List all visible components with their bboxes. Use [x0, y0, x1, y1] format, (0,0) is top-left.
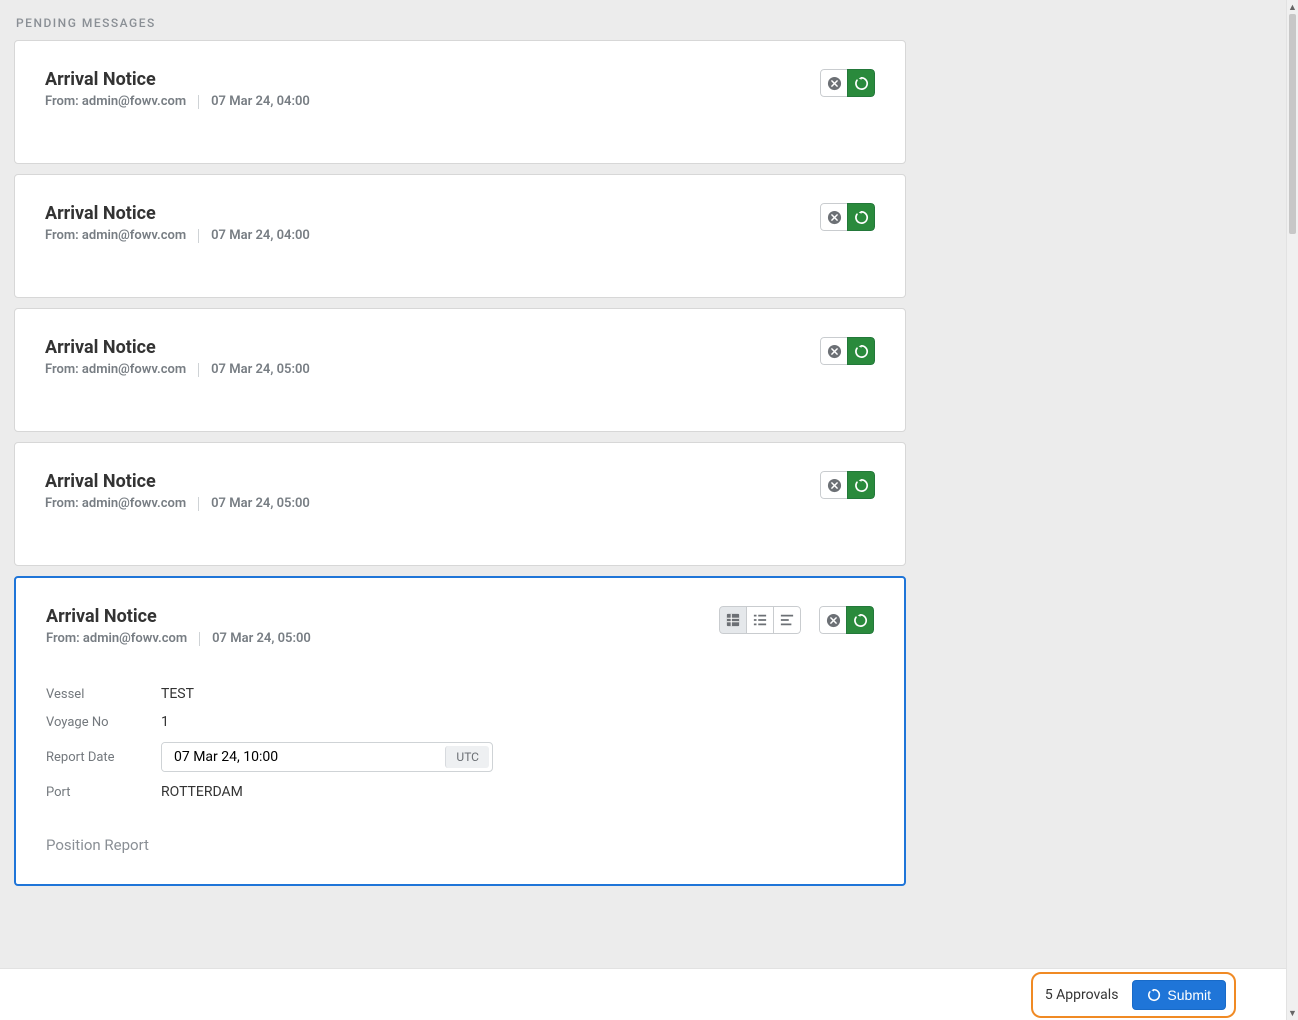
scroll-area[interactable]: PENDING MESSAGES Arrival Notice From: ad…	[0, 0, 1286, 1020]
view-grid-button[interactable]	[719, 606, 747, 634]
detail-table: Vessel TEST Voyage No 1 Report Date UTC	[46, 680, 874, 806]
grid-icon	[726, 613, 740, 627]
reject-button[interactable]	[820, 69, 848, 97]
refresh-check-icon	[854, 344, 869, 359]
card-date: 07 Mar 24, 04:00	[211, 228, 310, 243]
approve-button[interactable]	[847, 203, 875, 231]
refresh-check-icon	[854, 210, 869, 225]
field-label-port: Port	[46, 785, 161, 800]
refresh-check-icon	[853, 613, 868, 628]
approve-button[interactable]	[847, 69, 875, 97]
card-title: Arrival Notice	[45, 471, 875, 492]
card-from: From: admin@fowv.com	[45, 94, 186, 109]
approve-button[interactable]	[846, 606, 874, 634]
refresh-check-icon	[1147, 988, 1161, 1002]
submit-button[interactable]: Submit	[1132, 980, 1226, 1010]
close-circle-icon	[827, 210, 842, 225]
card-date: 07 Mar 24, 05:00	[212, 631, 311, 646]
message-card[interactable]: Arrival Notice From: admin@fowv.com 07 M…	[14, 442, 906, 566]
field-label-vessel: Vessel	[46, 687, 161, 702]
refresh-check-icon	[854, 76, 869, 91]
close-circle-icon	[827, 76, 842, 91]
card-from: From: admin@fowv.com	[45, 228, 186, 243]
field-value-port: ROTTERDAM	[161, 784, 243, 800]
align-left-icon	[780, 613, 794, 627]
reject-button[interactable]	[820, 337, 848, 365]
card-title: Arrival Notice	[45, 203, 875, 224]
approvals-count: 5 Approvals	[1045, 987, 1119, 1003]
field-value-voyage: 1	[161, 714, 169, 730]
section-label: PENDING MESSAGES	[14, 10, 906, 40]
report-date-suffix: UTC	[445, 746, 489, 768]
divider	[199, 632, 200, 646]
close-circle-icon	[826, 613, 841, 628]
close-circle-icon	[827, 478, 842, 493]
scroll-down-arrow-icon[interactable]: ▼	[1287, 1006, 1298, 1020]
card-date: 07 Mar 24, 05:00	[211, 362, 310, 377]
refresh-check-icon	[854, 478, 869, 493]
scrollbar[interactable]: ▲ ▼	[1286, 0, 1298, 1020]
divider	[198, 497, 199, 511]
subsection-title: Position Report	[46, 836, 874, 854]
list-icon	[753, 613, 767, 627]
field-label-reportdate: Report Date	[46, 750, 161, 765]
divider	[198, 363, 199, 377]
divider	[198, 95, 199, 109]
card-from: From: admin@fowv.com	[45, 362, 186, 377]
view-list-button[interactable]	[746, 606, 774, 634]
footer-bar: 5 Approvals Submit	[0, 968, 1286, 1020]
message-card-selected[interactable]: Arrival Notice From: admin@fowv.com 07 M…	[14, 576, 906, 886]
card-title: Arrival Notice	[45, 69, 875, 90]
scroll-up-arrow-icon[interactable]: ▲	[1287, 0, 1298, 14]
report-date-input[interactable]	[162, 743, 442, 771]
card-date: 07 Mar 24, 05:00	[211, 496, 310, 511]
message-card[interactable]: Arrival Notice From: admin@fowv.com 07 M…	[14, 308, 906, 432]
field-value-vessel: TEST	[161, 686, 194, 702]
card-date: 07 Mar 24, 04:00	[211, 94, 310, 109]
message-card[interactable]: Arrival Notice From: admin@fowv.com 07 M…	[14, 40, 906, 164]
approval-box: 5 Approvals Submit	[1031, 972, 1236, 1018]
reject-button[interactable]	[820, 203, 848, 231]
reject-button[interactable]	[819, 606, 847, 634]
reject-button[interactable]	[820, 471, 848, 499]
scroll-thumb[interactable]	[1289, 14, 1296, 234]
card-from: From: admin@fowv.com	[45, 496, 186, 511]
report-date-input-wrap: UTC	[161, 742, 493, 772]
view-left-button[interactable]	[773, 606, 801, 634]
card-title: Arrival Notice	[45, 337, 875, 358]
card-from: From: admin@fowv.com	[46, 631, 187, 646]
approve-button[interactable]	[847, 471, 875, 499]
view-mode-group	[719, 606, 801, 634]
submit-label: Submit	[1167, 987, 1211, 1003]
approve-button[interactable]	[847, 337, 875, 365]
message-card[interactable]: Arrival Notice From: admin@fowv.com 07 M…	[14, 174, 906, 298]
close-circle-icon	[827, 344, 842, 359]
divider	[198, 229, 199, 243]
field-label-voyage: Voyage No	[46, 715, 161, 730]
